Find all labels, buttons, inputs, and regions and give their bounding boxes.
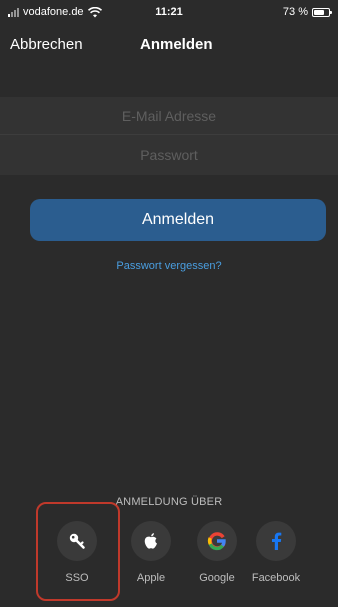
password-field-row bbox=[0, 136, 338, 174]
cancel-button[interactable]: Abbrechen bbox=[10, 36, 83, 53]
login-button[interactable]: Anmelden bbox=[30, 199, 326, 241]
status-bar: vodafone.de 11:21 73 % bbox=[0, 0, 338, 24]
battery-icon bbox=[312, 7, 332, 17]
google-login-button[interactable]: Google bbox=[187, 521, 247, 601]
email-field-row bbox=[0, 97, 338, 135]
page-title: Anmelden bbox=[140, 36, 213, 53]
login-screen: vodafone.de 11:21 73 % Abbrechen Anmelde… bbox=[0, 0, 338, 607]
apple-label: Apple bbox=[136, 572, 166, 584]
google-icon bbox=[207, 532, 226, 551]
apple-icon bbox=[144, 533, 157, 549]
facebook-icon bbox=[272, 532, 282, 550]
battery-percent: 73 % bbox=[282, 6, 308, 18]
status-right: 73 % bbox=[282, 6, 332, 18]
google-label: Google bbox=[199, 572, 235, 584]
email-field[interactable] bbox=[0, 97, 338, 134]
login-form bbox=[0, 97, 338, 175]
battery-fill bbox=[314, 9, 325, 15]
facebook-label: Facebook bbox=[251, 572, 301, 584]
facebook-circle bbox=[256, 521, 296, 561]
sso-highlight-frame bbox=[36, 502, 120, 601]
password-field[interactable] bbox=[0, 136, 338, 174]
apple-login-button[interactable]: Apple bbox=[121, 521, 181, 601]
forgot-password-link[interactable]: Passwort vergessen? bbox=[0, 260, 338, 272]
facebook-login-button[interactable]: Facebook bbox=[246, 521, 306, 601]
apple-circle bbox=[131, 521, 171, 561]
nav-bar: Abbrechen Anmelden bbox=[0, 24, 338, 68]
google-circle bbox=[197, 521, 237, 561]
